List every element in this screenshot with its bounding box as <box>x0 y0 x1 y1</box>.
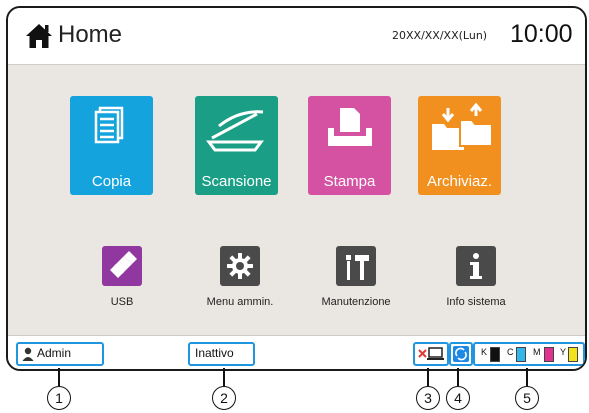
ink-c-swatch <box>516 347 526 362</box>
ink-m-swatch <box>544 347 554 362</box>
status-bar: Admin Inattivo K C M Y <box>8 335 585 369</box>
user-icon <box>22 347 34 361</box>
ink-m: M <box>533 347 554 362</box>
usb-stick-icon <box>110 251 137 278</box>
usb-button[interactable] <box>102 246 142 286</box>
ink-c: C <box>507 347 526 362</box>
admin-menu-label: Menu ammin. <box>206 296 274 308</box>
scanner-icon <box>206 110 264 152</box>
date-display: 20XX/XX/XX(Lun) <box>392 29 488 42</box>
system-info-button[interactable] <box>456 246 496 286</box>
ink-levels[interactable]: K C M Y <box>473 342 585 366</box>
callout-1: 1 <box>47 386 71 410</box>
storage-button-label: Archiviaz. <box>426 173 493 190</box>
touch-panel-screen: Home 20XX/XX/XX(Lun) 10:00 Copia Scansio… <box>6 6 587 371</box>
callout-leader <box>427 368 429 386</box>
scan-button-label: Scansione <box>201 173 272 190</box>
print-tray-icon <box>328 108 372 146</box>
print-button[interactable]: Stampa <box>308 96 391 195</box>
system-info-label: Info sistema <box>446 296 506 308</box>
machine-status[interactable]: Inattivo <box>188 342 255 366</box>
ink-y: Y <box>560 347 578 362</box>
user-name: Admin <box>37 346 72 360</box>
callout-2: 2 <box>212 386 236 410</box>
callout-leader <box>223 368 225 386</box>
callout-leader <box>526 368 528 386</box>
callout-5: 5 <box>515 386 539 410</box>
callout-4: 4 <box>446 386 470 410</box>
usb-label: USB <box>110 296 134 308</box>
page-title: Home <box>58 21 123 48</box>
ink-k-swatch <box>490 347 500 362</box>
storage-button[interactable]: Archiviaz. <box>418 96 501 195</box>
maintenance-button[interactable] <box>336 246 376 286</box>
sync-icon <box>453 346 469 362</box>
ink-k: K <box>481 347 500 362</box>
header-bar: Home 20XX/XX/XX(Lun) 10:00 <box>8 8 585 65</box>
callout-3: 3 <box>416 386 440 410</box>
gear-icon <box>227 253 253 279</box>
copy-document-icon <box>94 106 124 144</box>
callout-leader <box>457 368 459 386</box>
clock-display: 10:00 <box>510 20 573 48</box>
scan-button[interactable]: Scansione <box>195 96 278 195</box>
copy-button[interactable]: Copia <box>70 96 153 195</box>
user-login-button[interactable]: Admin <box>16 342 104 366</box>
network-status[interactable] <box>413 342 449 366</box>
callout-leader <box>58 368 60 386</box>
home-icon[interactable] <box>24 22 54 50</box>
copy-button-label: Copia <box>91 173 132 190</box>
machine-status-text: Inattivo <box>195 346 234 360</box>
admin-menu-button[interactable] <box>220 246 260 286</box>
print-button-label: Stampa <box>323 173 376 190</box>
info-icon <box>470 253 482 279</box>
network-disconnected-icon <box>418 347 444 360</box>
maintenance-label: Manutenzione <box>321 296 391 308</box>
ink-y-swatch <box>568 347 578 362</box>
storage-folder-icon <box>432 102 493 150</box>
tools-icon <box>346 255 369 280</box>
sync-status[interactable] <box>449 342 473 366</box>
